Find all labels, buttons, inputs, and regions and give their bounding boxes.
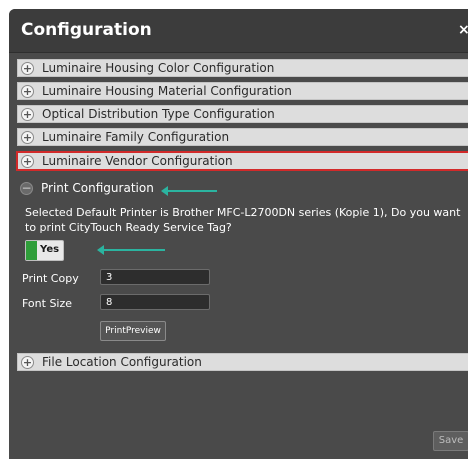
plus-circle-icon: + <box>21 85 34 98</box>
toggle-label: Yes <box>40 244 60 255</box>
print-preview-button[interactable]: PrintPreview <box>100 321 166 341</box>
section-luminaire-vendor[interactable]: + Luminaire Vendor Configuration <box>17 152 468 170</box>
section-optical-distribution[interactable]: + Optical Distribution Type Configuratio… <box>17 105 468 123</box>
section-housing-color[interactable]: + Luminaire Housing Color Configuration <box>17 59 468 77</box>
section-label: Luminaire Family Configuration <box>42 130 230 144</box>
toggle-on-indicator <box>26 241 37 260</box>
section-label: Luminaire Vendor Configuration <box>42 154 233 168</box>
font-size-label: Font Size <box>22 297 73 310</box>
section-label: File Location Configuration <box>42 355 202 369</box>
save-button[interactable]: Save <box>433 431 468 451</box>
section-label: Luminaire Housing Color Configuration <box>42 61 275 75</box>
plus-circle-icon: + <box>21 356 34 369</box>
configuration-dialog: Configuration × + Luminaire Housing Colo… <box>9 9 468 459</box>
dialog-titlebar: Configuration × <box>9 9 468 53</box>
print-copy-input[interactable] <box>100 269 210 285</box>
section-label: Optical Distribution Type Configuration <box>42 107 275 121</box>
print-toggle[interactable]: Yes <box>25 240 64 261</box>
plus-circle-icon: + <box>21 108 34 121</box>
section-luminaire-family[interactable]: + Luminaire Family Configuration <box>17 128 468 146</box>
printer-message: Selected Default Printer is Brother MFC-… <box>25 206 461 234</box>
plus-circle-icon: + <box>21 155 34 168</box>
print-copy-label: Print Copy <box>22 272 79 285</box>
section-housing-material[interactable]: + Luminaire Housing Material Configurati… <box>17 82 468 100</box>
close-icon[interactable]: × <box>458 22 468 38</box>
section-label: Print Configuration <box>41 181 154 195</box>
plus-circle-icon: + <box>21 62 34 75</box>
dialog-title: Configuration <box>21 20 152 40</box>
plus-circle-icon: + <box>21 131 34 144</box>
font-size-input[interactable] <box>100 294 210 310</box>
section-print-configuration[interactable]: − Print Configuration <box>17 179 468 199</box>
minus-circle-icon: − <box>20 181 33 195</box>
section-file-location[interactable]: + File Location Configuration <box>17 353 468 371</box>
annotation-arrow-icon <box>97 245 165 255</box>
section-label: Luminaire Housing Material Configuration <box>42 84 292 98</box>
annotation-arrow-icon <box>161 186 217 196</box>
